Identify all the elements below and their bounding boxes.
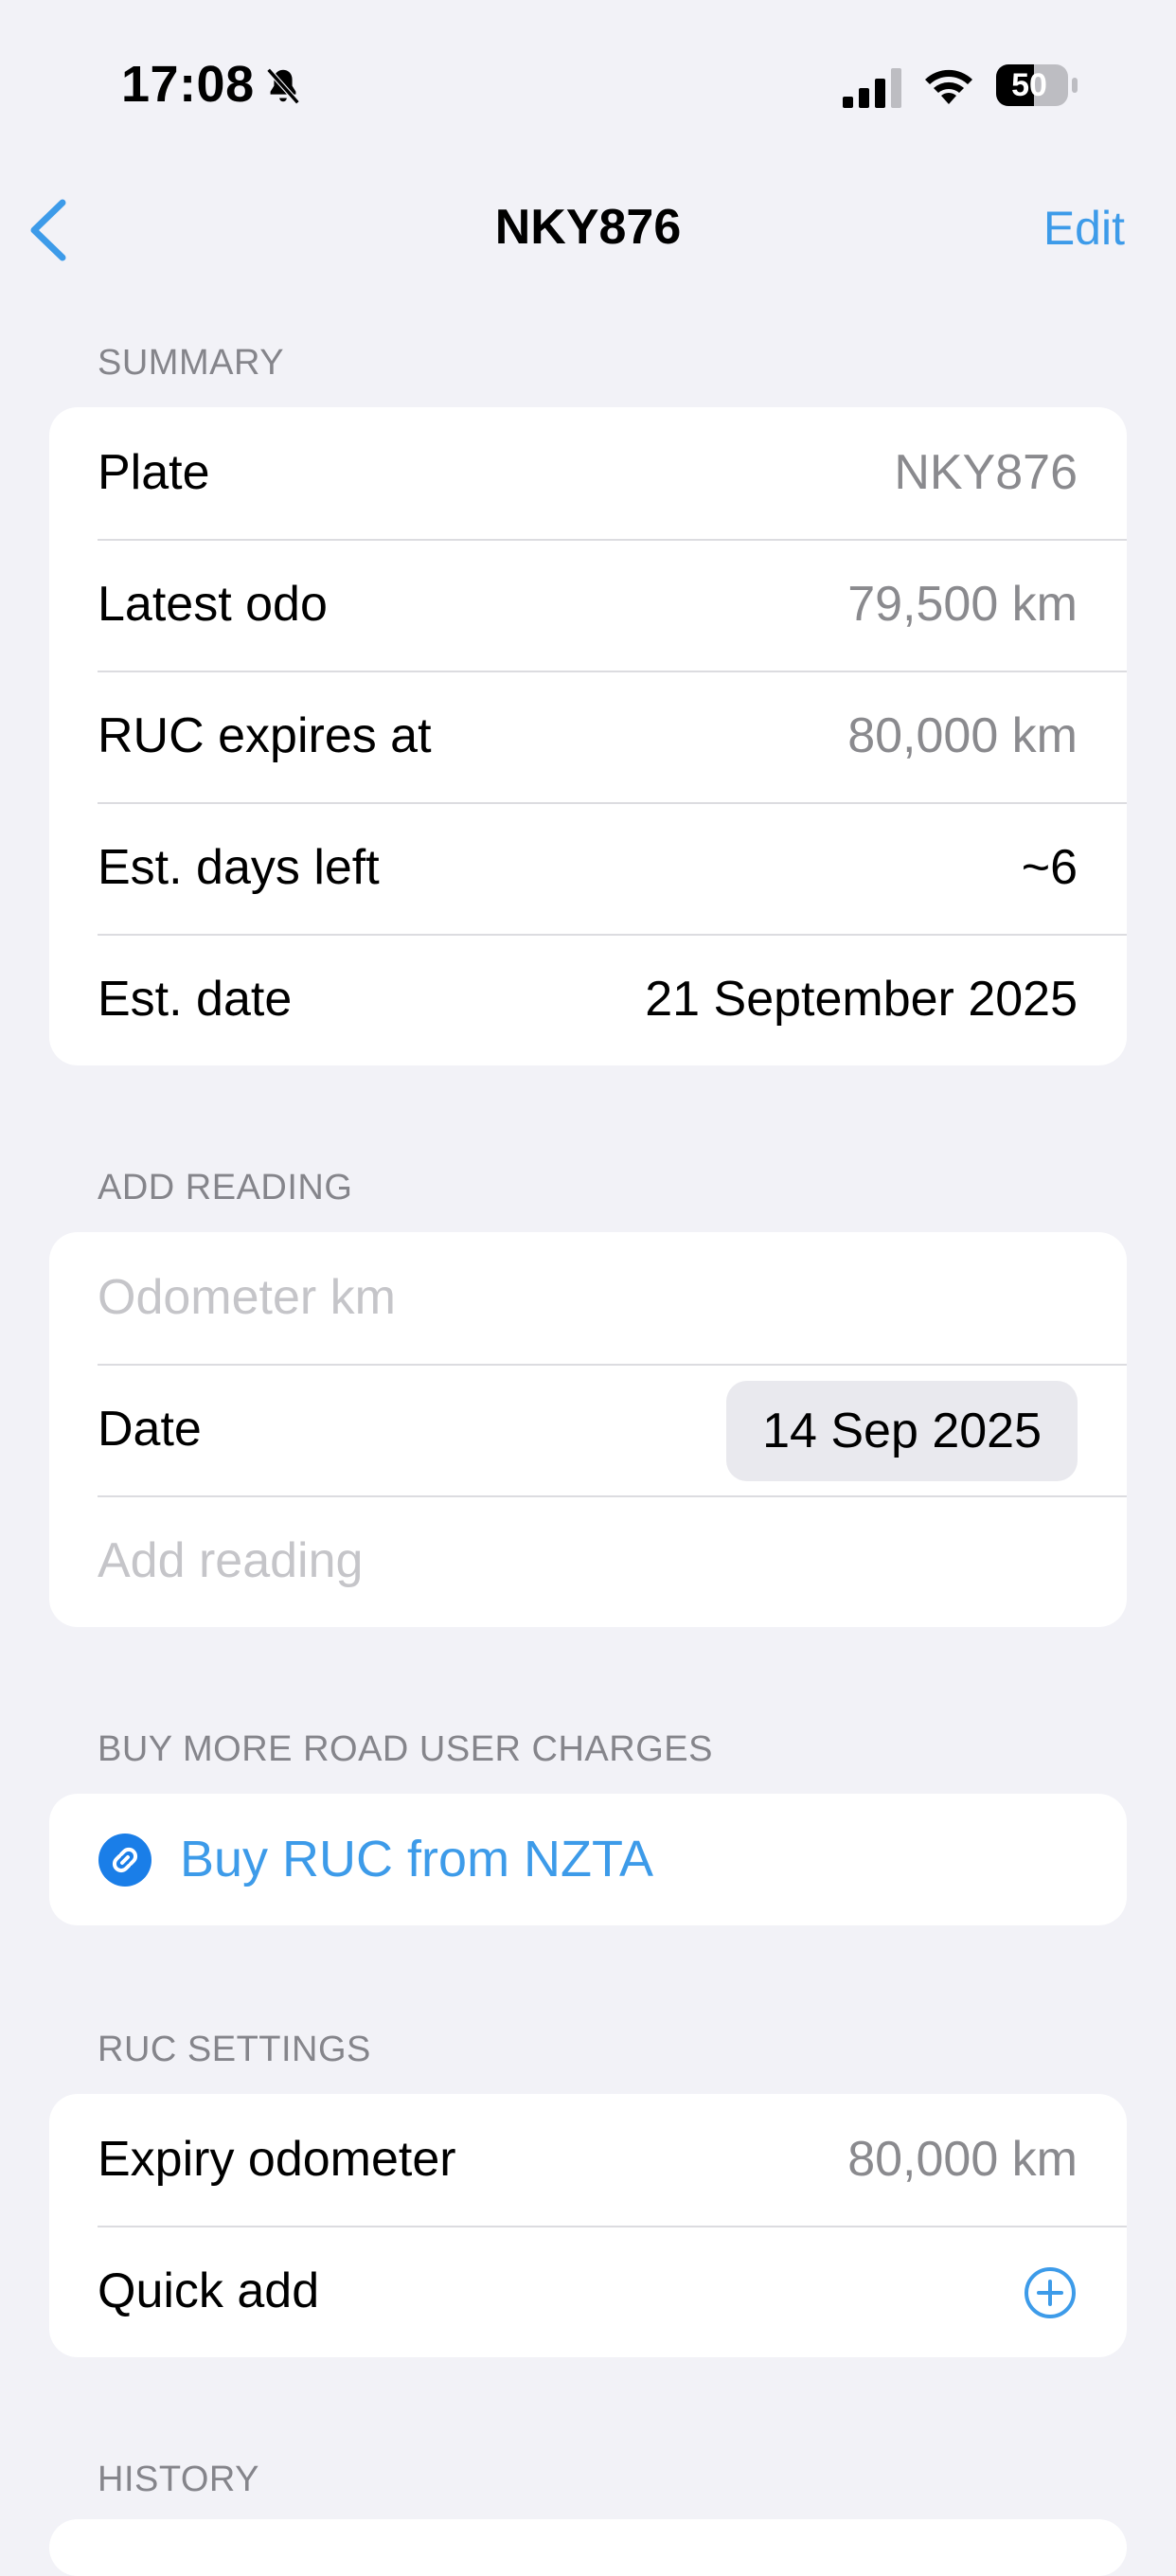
expiry-odometer-row[interactable]: Expiry odometer 80,000 km [49, 2094, 1127, 2226]
buy-header: BUY MORE ROAD USER CHARGES [98, 1729, 713, 1769]
bell-slash-icon [266, 67, 300, 105]
navigation-bar: NKY876 Edit [0, 170, 1176, 284]
row-value: ~6 [1021, 840, 1078, 895]
edit-button[interactable]: Edit [1043, 201, 1125, 256]
summary-row-est-date: Est. date 21 September 2025 [49, 934, 1127, 1065]
odometer-placeholder[interactable]: Odometer km [98, 1232, 396, 1364]
row-value: NKY876 [894, 445, 1078, 500]
add-reading-card: Odometer km Date 14 Sep 2025 Add reading [49, 1232, 1127, 1627]
date-picker-button[interactable]: 14 Sep 2025 [726, 1381, 1078, 1481]
signal-icon [843, 68, 901, 108]
date-row: Date 14 Sep 2025 [49, 1364, 1127, 1495]
plus-circle-icon[interactable] [1023, 2265, 1078, 2320]
row-value: 80,000 km [847, 708, 1078, 763]
wifi-icon [925, 69, 972, 104]
settings-header: RUC SETTINGS [98, 2030, 371, 2069]
row-label: Est. date [98, 972, 293, 1027]
row-value: 79,500 km [847, 577, 1078, 632]
expiry-label: Expiry odometer [98, 2132, 456, 2187]
add-reading-header: ADD READING [98, 1168, 353, 1208]
row-label: Plate [98, 445, 210, 500]
history-header: HISTORY [98, 2460, 260, 2499]
quick-add-row: Quick add [49, 2226, 1127, 2357]
summary-card: Plate NKY876 Latest odo 79,500 km RUC ex… [49, 407, 1127, 1065]
row-label: Est. days left [98, 840, 380, 895]
expiry-value: 80,000 km [847, 2132, 1078, 2187]
buy-ruc-link[interactable]: Buy RUC from NZTA [49, 1794, 1127, 1925]
page-title: NKY876 [494, 200, 682, 255]
summary-header: SUMMARY [98, 343, 285, 383]
row-value: 21 September 2025 [645, 972, 1078, 1027]
link-icon [98, 1834, 151, 1887]
odometer-field[interactable]: Odometer km [49, 1232, 1127, 1364]
settings-card: Expiry odometer 80,000 km Quick add [49, 2094, 1127, 2357]
quick-add-label: Quick add [98, 2263, 320, 2318]
buy-card: Buy RUC from NZTA [49, 1794, 1127, 1925]
summary-row-latest-odo: Latest odo 79,500 km [49, 539, 1127, 671]
status-time: 17:08 [121, 56, 255, 113]
history-card [49, 2519, 1127, 2576]
summary-row-ruc-expires: RUC expires at 80,000 km [49, 671, 1127, 802]
row-label: RUC expires at [98, 708, 432, 763]
buy-ruc-label[interactable]: Buy RUC from NZTA [180, 1794, 653, 1925]
add-reading-button[interactable]: Add reading [49, 1495, 1127, 1627]
status-bar: 17:08 50 [0, 0, 1176, 170]
battery-percentage: 50 [1011, 67, 1047, 103]
row-label: Latest odo [98, 577, 328, 632]
add-reading-label[interactable]: Add reading [98, 1495, 363, 1627]
date-label: Date [98, 1402, 202, 1457]
summary-row-plate: Plate NKY876 [49, 407, 1127, 539]
summary-row-days-left: Est. days left ~6 [49, 802, 1127, 934]
